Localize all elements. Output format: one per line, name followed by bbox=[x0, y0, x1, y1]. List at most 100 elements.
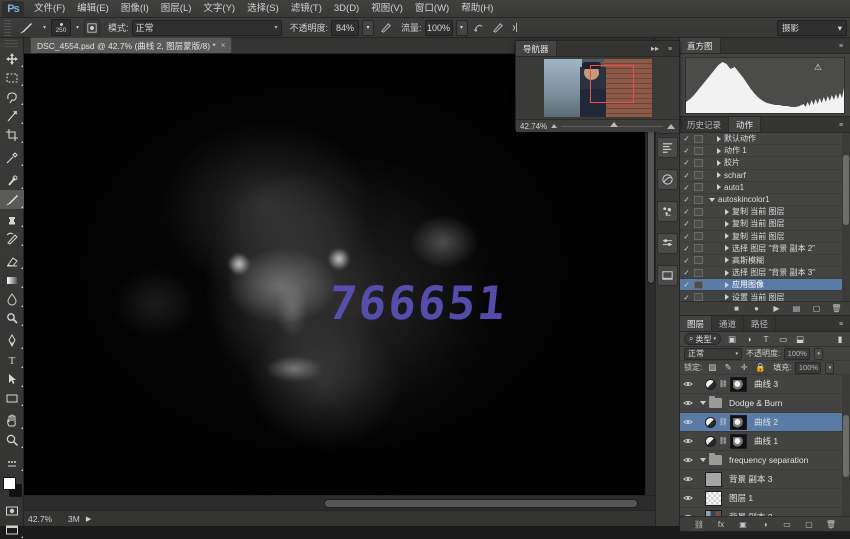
expand-arrow-icon[interactable] bbox=[717, 148, 721, 154]
layer-visibility-icon[interactable] bbox=[682, 474, 693, 485]
navigator-collapse-icon[interactable]: ▸▸ bbox=[651, 44, 659, 53]
layers-fill-stepper[interactable]: ▾ bbox=[825, 362, 834, 374]
opacity-value[interactable]: 84% bbox=[331, 20, 359, 36]
move-tool[interactable] bbox=[0, 49, 24, 68]
expand-arrow-icon[interactable] bbox=[725, 221, 729, 227]
link-icon[interactable]: ⛓ bbox=[694, 519, 705, 530]
adjustment-icon[interactable]: ◑ bbox=[760, 519, 771, 530]
group-icon[interactable]: ▭ bbox=[782, 519, 793, 530]
action-enabled-checkbox[interactable]: ✓ bbox=[682, 280, 691, 289]
edit-toolbar[interactable] bbox=[0, 453, 24, 472]
action-enabled-checkbox[interactable]: ✓ bbox=[682, 219, 691, 228]
adjustment-layer-icon[interactable] bbox=[705, 379, 716, 390]
menu-item-10[interactable]: 帮助(H) bbox=[455, 0, 499, 18]
menu-item-2[interactable]: 图像(I) bbox=[115, 0, 155, 18]
layers-opacity-value[interactable]: 100% bbox=[784, 348, 810, 360]
delete-icon[interactable]: 🗑 bbox=[826, 519, 837, 530]
layer-visibility-icon[interactable] bbox=[682, 398, 693, 409]
canvas-horizontal-scroll-thumb[interactable] bbox=[324, 499, 638, 508]
expand-arrow-icon[interactable] bbox=[725, 245, 729, 251]
adjustment-filter-icon[interactable]: ◑ bbox=[743, 333, 755, 345]
quick-selection-tool[interactable] bbox=[0, 106, 24, 125]
smart-filter-icon[interactable]: ⬓ bbox=[794, 333, 806, 345]
layers-opacity-stepper[interactable]: ▾ bbox=[814, 348, 823, 360]
menu-item-3[interactable]: 图层(L) bbox=[155, 0, 198, 18]
menu-item-7[interactable]: 3D(D) bbox=[328, 0, 365, 18]
navigator-zoom-slider[interactable] bbox=[561, 121, 663, 131]
options-bar-grip[interactable] bbox=[4, 20, 11, 36]
menu-item-9[interactable]: 窗口(W) bbox=[409, 0, 455, 18]
close-icon[interactable]: × bbox=[221, 41, 226, 50]
fx-icon[interactable]: fx bbox=[716, 519, 727, 530]
eraser-tool[interactable] bbox=[0, 251, 24, 270]
pixel-filter-icon[interactable]: ▣ bbox=[726, 333, 738, 345]
action-row[interactable]: ✓auto1 bbox=[680, 182, 850, 194]
color-swatches[interactable] bbox=[0, 475, 24, 501]
brush-tool-icon[interactable] bbox=[16, 20, 38, 36]
layer-thumbnail[interactable] bbox=[705, 472, 722, 487]
layer-row[interactable]: 背景 副本 3 bbox=[680, 470, 850, 489]
action-enabled-checkbox[interactable]: ✓ bbox=[682, 244, 691, 253]
actions-panel-menu-icon[interactable]: ≡ bbox=[835, 120, 847, 130]
navigator-view-box[interactable] bbox=[590, 65, 634, 103]
type-filter-icon[interactable]: T bbox=[760, 333, 772, 345]
expand-arrow-icon[interactable] bbox=[725, 209, 729, 215]
layer-visibility-icon[interactable] bbox=[682, 417, 693, 428]
action-row[interactable]: ✓复制 当前 图层 bbox=[680, 206, 850, 218]
lock-transparent-icon[interactable]: ▨ bbox=[706, 362, 718, 374]
action-dialog-toggle[interactable] bbox=[694, 135, 703, 143]
link-icon[interactable]: ⛓ bbox=[719, 437, 727, 446]
action-row[interactable]: ✓选择 图层 "背景 副本 3" bbox=[680, 267, 850, 279]
menu-item-0[interactable]: 文件(F) bbox=[28, 0, 71, 18]
action-row[interactable]: ✓应用图像 bbox=[680, 279, 850, 291]
menu-item-8[interactable]: 视图(V) bbox=[365, 0, 409, 18]
histogram-warning-icon[interactable]: ⚠ bbox=[814, 62, 822, 73]
expand-arrow-icon[interactable] bbox=[725, 282, 729, 288]
expand-arrow-icon[interactable] bbox=[717, 172, 721, 178]
lock-all-icon[interactable]: 🔒 bbox=[754, 362, 766, 374]
spot-healing-tool[interactable] bbox=[0, 171, 24, 190]
expand-arrow-icon[interactable] bbox=[725, 294, 729, 300]
layer-mask-thumbnail[interactable] bbox=[730, 415, 747, 430]
action-row[interactable]: ✓复制 当前 图层 bbox=[680, 218, 850, 230]
tab-navigator[interactable]: 导航器 bbox=[516, 41, 557, 56]
menu-item-6[interactable]: 滤镜(T) bbox=[285, 0, 328, 18]
pen-tool[interactable] bbox=[0, 331, 24, 350]
layers-fill-value[interactable]: 100% bbox=[795, 362, 821, 374]
action-dialog-toggle[interactable] bbox=[694, 244, 703, 252]
flow-stepper[interactable]: ▾ bbox=[456, 20, 468, 36]
group-expand-icon[interactable] bbox=[700, 401, 706, 405]
blur-tool[interactable] bbox=[0, 289, 24, 308]
layer-mask-thumbnail[interactable] bbox=[730, 377, 747, 392]
expand-arrow-icon[interactable] bbox=[725, 233, 729, 239]
action-dialog-toggle[interactable] bbox=[694, 269, 703, 277]
action-row[interactable]: ✓默认动作 bbox=[680, 133, 850, 145]
action-dialog-toggle[interactable] bbox=[694, 159, 703, 167]
expand-arrow-icon[interactable] bbox=[725, 257, 729, 263]
link-icon[interactable]: ⛓ bbox=[719, 380, 727, 389]
status-zoom-value[interactable]: 42.7% bbox=[28, 514, 62, 524]
stop-icon[interactable]: ■ bbox=[731, 303, 742, 314]
zoom-tool[interactable] bbox=[0, 430, 24, 449]
tab-paths[interactable]: 路径 bbox=[744, 316, 776, 331]
action-dialog-toggle[interactable] bbox=[694, 147, 703, 155]
layer-visibility-icon[interactable] bbox=[682, 455, 693, 466]
mode-select[interactable]: 正常 ▾ bbox=[132, 20, 282, 36]
layer-row[interactable]: ⛓曲线 1 bbox=[680, 432, 850, 451]
styles-panel-icon[interactable] bbox=[657, 169, 678, 190]
link-icon[interactable]: ⛓ bbox=[719, 418, 727, 427]
action-enabled-checkbox[interactable]: ✓ bbox=[682, 268, 691, 277]
layer-visibility-icon[interactable] bbox=[682, 379, 693, 390]
navigator-preview[interactable] bbox=[516, 57, 679, 119]
crop-tool[interactable] bbox=[0, 125, 24, 144]
tab-actions[interactable]: 动作 bbox=[729, 117, 761, 132]
action-dialog-toggle[interactable] bbox=[694, 183, 703, 191]
action-dialog-toggle[interactable] bbox=[694, 220, 703, 228]
layer-row[interactable]: Dodge & Burn bbox=[680, 394, 850, 413]
document-tab[interactable]: DSC_4554.psd @ 42.7% (曲线 2, 图层蒙版/8) * × bbox=[30, 37, 232, 53]
status-menu-arrow-icon[interactable]: ▶ bbox=[86, 515, 91, 523]
layer-row[interactable]: ⛓曲线 2 bbox=[680, 413, 850, 432]
actions-scrollbar[interactable] bbox=[842, 133, 850, 301]
action-row[interactable]: ✓autoskincolor1 bbox=[680, 194, 850, 206]
action-enabled-checkbox[interactable]: ✓ bbox=[682, 195, 691, 204]
